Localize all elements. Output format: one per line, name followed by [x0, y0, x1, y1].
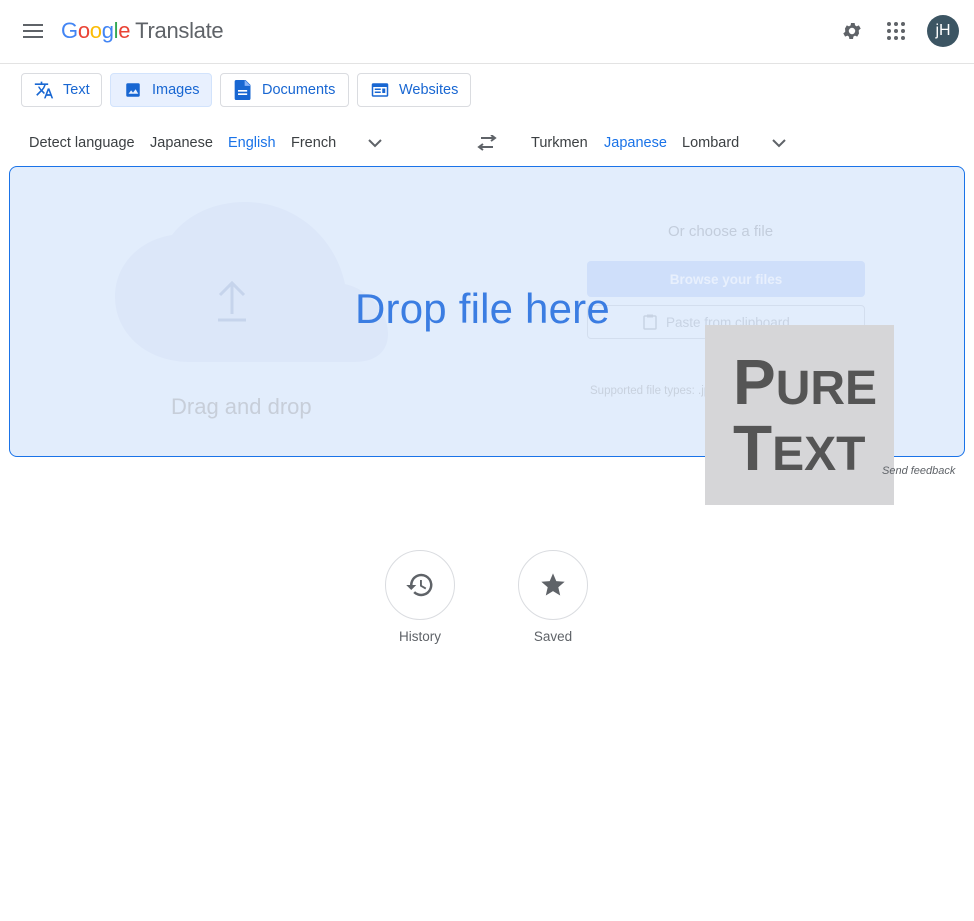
- star-icon: [541, 573, 565, 596]
- logo-letter: g: [101, 18, 114, 43]
- google-translate-logo[interactable]: Google Translate: [61, 17, 224, 45]
- swap-languages-icon[interactable]: [474, 130, 500, 156]
- watermark-text: URE: [775, 362, 878, 415]
- logo-letter: e: [118, 18, 131, 43]
- target-lang-japanese[interactable]: Japanese: [604, 134, 667, 152]
- source-lang-japanese[interactable]: Japanese: [150, 134, 213, 152]
- tab-label: Text: [63, 82, 90, 98]
- tab-websites[interactable]: Websites: [357, 73, 471, 107]
- account-avatar[interactable]: jH: [927, 15, 959, 47]
- website-icon: [370, 80, 390, 100]
- target-lang-turkmen[interactable]: Turkmen: [531, 134, 588, 152]
- tab-images[interactable]: Images: [110, 73, 212, 107]
- source-lang-french[interactable]: French: [291, 134, 336, 152]
- clipboard-icon: [643, 314, 657, 330]
- settings-icon[interactable]: [837, 16, 867, 46]
- watermark-line-2: TEXT: [733, 411, 865, 485]
- source-more-languages-chevron-down-icon[interactable]: [363, 131, 387, 155]
- send-feedback-link[interactable]: Send feedback: [882, 465, 955, 477]
- logo-letter: o: [77, 18, 90, 43]
- tab-text[interactable]: Text: [21, 73, 102, 107]
- apps-grid-icon[interactable]: [881, 16, 911, 46]
- history-button[interactable]: [385, 550, 455, 620]
- watermark-letter: P: [733, 346, 776, 418]
- tab-label: Images: [152, 82, 200, 98]
- watermark-line-1: PURE: [733, 345, 877, 419]
- saved-button[interactable]: [518, 550, 588, 620]
- tab-label: Websites: [399, 82, 459, 98]
- source-lang-detect[interactable]: Detect language: [29, 134, 135, 152]
- target-lang-lombard[interactable]: Lombard: [682, 134, 739, 152]
- drop-file-here-label: Drop file here: [355, 285, 610, 332]
- history-icon: [406, 573, 433, 597]
- saved-label: Saved: [533, 629, 573, 644]
- history-label: History: [398, 629, 441, 644]
- watermark-letter: T: [733, 412, 773, 484]
- translate-icon: [34, 80, 54, 100]
- cloud-upload-icon: [115, 202, 388, 362]
- image-icon: [123, 80, 143, 100]
- menu-icon[interactable]: [19, 17, 47, 45]
- tab-label: Documents: [262, 82, 336, 98]
- logo-letter: G: [61, 18, 78, 43]
- document-icon: [233, 80, 253, 100]
- product-name: Translate: [135, 18, 224, 43]
- source-lang-english[interactable]: English: [228, 134, 276, 152]
- pure-text-watermark: PURE TEXT: [705, 325, 894, 505]
- browse-files-button[interactable]: Browse your files: [587, 261, 865, 297]
- watermark-text: EXT: [772, 428, 866, 481]
- choose-file-label: Or choose a file: [668, 223, 774, 240]
- drag-and-drop-label: Drag and drop: [171, 394, 312, 419]
- top-app-bar: Google Translate jH: [0, 0, 974, 64]
- target-more-languages-chevron-down-icon[interactable]: [767, 131, 791, 155]
- tab-documents[interactable]: Documents: [220, 73, 349, 107]
- logo-letter: o: [89, 18, 102, 43]
